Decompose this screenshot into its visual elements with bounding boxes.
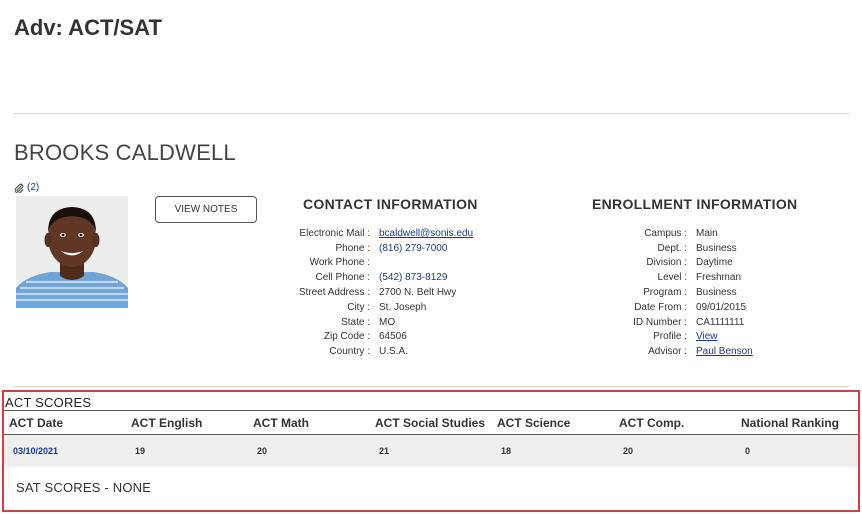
campus-value: Main <box>696 227 718 239</box>
dept-value: Business <box>696 242 737 254</box>
scores-panel: ACT SCORES ACT Date ACT English ACT Math… <box>2 390 860 512</box>
state-label: State : <box>341 316 370 328</box>
level-label: Level : <box>657 272 687 284</box>
enroll-row-dept: Dept. : Business <box>600 241 753 256</box>
column-header-act-english: ACT English <box>131 415 203 430</box>
act-comp-cell: 20 <box>623 446 634 456</box>
cell-phone-label: Cell Phone : <box>315 272 370 284</box>
contact-row-zip: Zip Code : 64506 <box>292 330 473 345</box>
contact-info-list: Electronic Mail : bcaldwell@sonis.edu Ph… <box>292 226 473 359</box>
street-label: Street Address : <box>298 287 370 299</box>
paperclip-icon <box>14 183 24 193</box>
act-science-cell: 18 <box>501 446 512 456</box>
act-social-studies-cell: 21 <box>379 446 390 456</box>
profile-divider <box>14 386 849 387</box>
email-link[interactable]: bcaldwell@sonis.edu <box>370 228 473 239</box>
enroll-row-program: Program : Business <box>600 285 753 300</box>
contact-row-street: Street Address : 2700 N. Belt Hwy <box>292 285 473 300</box>
dept-label: Dept. : <box>657 242 687 254</box>
email-label: Electronic Mail : <box>299 227 370 239</box>
enroll-row-level: Level : Freshman <box>600 270 753 285</box>
column-header-act-comp: ACT Comp. <box>619 415 685 430</box>
table-header-row: ACT Date ACT English ACT Math ACT Social… <box>4 411 858 435</box>
table-row[interactable]: 03/10/2021 19 20 21 18 20 0 <box>4 435 858 467</box>
contact-info-heading: CONTACT INFORMATION <box>303 196 478 212</box>
act-english-cell: 19 <box>135 446 146 456</box>
enroll-row-id-number: ID Number : CA1111111 <box>600 315 753 330</box>
enroll-row-profile: Profile : View <box>600 330 753 345</box>
division-label: Division : <box>646 257 687 269</box>
act-scores-table: ACT Date ACT English ACT Math ACT Social… <box>4 410 858 467</box>
page-title: Adv: ACT/SAT <box>14 15 162 40</box>
profile-view-link[interactable]: View <box>687 331 718 342</box>
attachment-count: (2) <box>27 182 40 193</box>
program-label: Program : <box>643 287 687 299</box>
sat-scores-heading: SAT SCORES - NONE <box>16 480 152 495</box>
student-photo <box>16 196 128 308</box>
column-header-act-date: ACT Date <box>9 415 64 430</box>
city-label: City : <box>347 301 370 313</box>
national-ranking-cell: 0 <box>745 446 751 456</box>
cell-phone-value: (542) 873-8129 <box>379 272 448 284</box>
contact-row-country: Country : U.S.A. <box>292 344 473 359</box>
country-value: U.S.A. <box>379 346 408 358</box>
street-value: 2700 N. Belt Hwy <box>379 287 457 299</box>
country-label: Country : <box>329 346 370 358</box>
campus-label: Campus : <box>644 227 687 239</box>
act-date-cell[interactable]: 03/10/2021 <box>4 446 126 456</box>
phone-label: Phone : <box>335 242 370 254</box>
view-notes-button[interactable]: VIEW NOTES <box>155 196 257 223</box>
zip-value: 64506 <box>379 331 407 343</box>
phone-value: (816) 279-7000 <box>379 242 448 254</box>
column-header-act-social-studies: ACT Social Studies <box>375 415 486 430</box>
column-header-national-ranking: National Ranking <box>741 415 840 430</box>
city-value: St. Joseph <box>379 301 427 313</box>
enroll-row-division: Division : Daytime <box>600 256 753 271</box>
enroll-row-advisor: Advisor : Paul Benson <box>600 344 753 359</box>
level-value: Freshman <box>696 272 742 284</box>
zip-label: Zip Code : <box>323 331 370 343</box>
contact-row-state: State : MO <box>292 315 473 330</box>
work-phone-label: Work Phone : <box>309 257 370 269</box>
enroll-row-date-from: Date From : 09/01/2015 <box>600 300 753 315</box>
act-math-cell: 20 <box>257 446 268 456</box>
state-value: MO <box>379 316 396 328</box>
header-divider <box>14 113 849 114</box>
act-scores-heading: ACT SCORES <box>5 395 92 410</box>
attachments-link[interactable]: (2) <box>14 182 39 193</box>
contact-row-city: City : St. Joseph <box>292 300 473 315</box>
column-header-act-science: ACT Science <box>497 415 571 430</box>
id-number-label: ID Number : <box>633 316 687 328</box>
student-name: BROOKS CALDWELL <box>14 140 236 165</box>
enrollment-info-list: Campus : Main Dept. : Business Division … <box>600 226 753 359</box>
profile-label: Profile : <box>653 331 687 343</box>
contact-row-phone: Phone : (816) 279-7000 <box>292 241 473 256</box>
contact-row-cell-phone: Cell Phone : (542) 873-8129 <box>292 270 473 285</box>
column-header-act-math: ACT Math <box>253 415 309 430</box>
program-value: Business <box>696 287 737 299</box>
date-from-value: 09/01/2015 <box>696 301 747 313</box>
contact-row-email: Electronic Mail : bcaldwell@sonis.edu <box>292 226 473 241</box>
contact-row-work-phone: Work Phone : <box>292 256 473 271</box>
advisor-link[interactable]: Paul Benson <box>687 346 753 357</box>
id-number-value: CA1111111 <box>696 316 745 328</box>
advisor-label: Advisor : <box>648 346 687 358</box>
enroll-row-campus: Campus : Main <box>600 226 753 241</box>
date-from-label: Date From : <box>634 301 687 313</box>
division-value: Daytime <box>696 257 733 269</box>
enrollment-info-heading: ENROLLMENT INFORMATION <box>592 196 798 212</box>
